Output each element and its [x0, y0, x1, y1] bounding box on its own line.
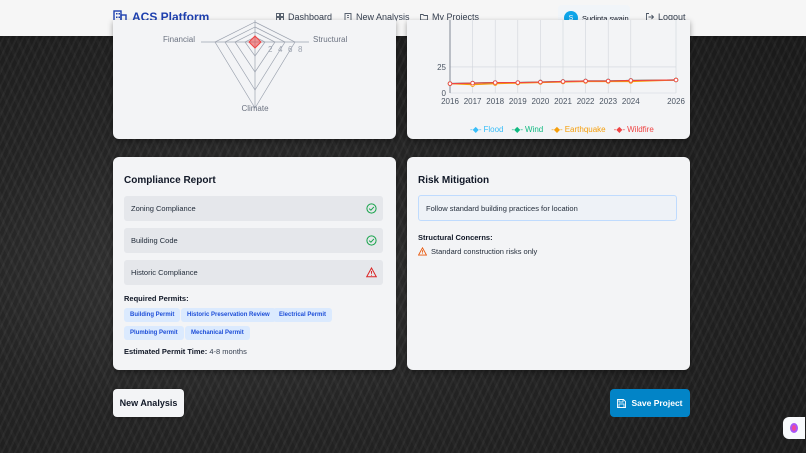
legend-earthquake-label: Earthquake	[564, 125, 606, 134]
x-tick-label: 2016	[441, 97, 459, 106]
risk-mitigation-card: Risk Mitigation Follow standard building…	[407, 157, 690, 370]
data-point-wildfire[interactable]	[605, 78, 611, 84]
permit-time-value: 4-8 months	[207, 347, 247, 356]
x-tick-label: 2022	[577, 97, 595, 106]
permit-badge: Mechanical Permit	[185, 326, 250, 340]
y-tick-label: 25	[437, 63, 446, 72]
data-point-wildfire[interactable]	[583, 78, 588, 84]
risk-radar-chart: Financial Structural Climate 2 4 6 8	[163, 20, 347, 113]
warning-triangle-icon	[366, 267, 377, 278]
x-tick-label: 2023	[599, 97, 617, 106]
radar-label-financial: Financial	[163, 35, 195, 44]
compliance-row-label: Building Code	[131, 236, 178, 245]
data-point-wildfire[interactable]	[538, 79, 543, 85]
required-permits-label: Required Permits:	[124, 294, 189, 303]
save-project-label: Save Project	[631, 398, 683, 408]
radar-tick: 4	[278, 45, 283, 54]
save-project-button[interactable]: Save Project	[610, 389, 690, 417]
compliance-title: Compliance Report	[124, 175, 216, 186]
x-tick-label: 2018	[486, 97, 504, 106]
risk-trend-chart: 2016 2017 2018 2019 2020 2021 2022 2023 2024 2026…	[437, 20, 685, 106]
structural-concern-item: Standard construction risks only	[418, 247, 537, 256]
chart-legend: -◆- Flood -◆- Wind -◆- Earthquake -◆- Wildfi…	[470, 125, 654, 134]
x-tick-label: 2026	[667, 97, 685, 106]
check-circle-icon	[366, 203, 377, 214]
x-tick-label: 2019	[509, 97, 527, 106]
x-tick-label: 2021	[554, 97, 572, 106]
legend-flood[interactable]: -◆- Flood	[470, 125, 504, 134]
legend-wildfire-marker: -◆-	[613, 125, 626, 134]
radar-tick: 6	[288, 45, 293, 54]
data-point-wildfire[interactable]	[560, 79, 566, 84]
permit-badge: Historic Preservation Review	[181, 308, 276, 322]
x-tick-label: 2020	[532, 97, 550, 106]
new-analysis-button[interactable]: New Analysis	[113, 389, 184, 417]
warning-triangle-icon	[418, 247, 427, 256]
data-point-wildfire[interactable]	[515, 80, 521, 85]
x-tick-label: 2024	[622, 97, 640, 106]
y-tick-label: 0	[442, 89, 447, 98]
risk-trend-card: 2016 2017 2018 2019 2020 2021 2022 2023 2024 2026…	[407, 20, 690, 139]
data-point-wildfire[interactable]	[673, 77, 679, 83]
structural-concern-text: Standard construction risks only	[431, 247, 538, 256]
estimated-permit-time: Estimated Permit Time: 4-8 months	[124, 347, 247, 356]
check-circle-icon	[366, 235, 377, 246]
data-point-wildfire[interactable]	[628, 78, 634, 83]
compliance-row-building-code: Building Code	[124, 228, 383, 253]
mitigation-recommendation: Follow standard building practices for l…	[418, 195, 677, 221]
legend-wind-marker: -◆-	[511, 125, 523, 134]
legend-flood-label: Flood	[483, 125, 504, 134]
legend-flood-marker: -◆-	[470, 125, 482, 134]
legend-wind-label: Wind	[524, 125, 544, 134]
data-point-wildfire[interactable]	[470, 80, 475, 86]
legend-earthquake-marker: -◆-	[551, 125, 563, 134]
permit-badge: Plumbing Permit	[124, 326, 184, 340]
radar-tick: 2	[268, 45, 273, 54]
compliance-report-card: Compliance Report Zoning Compliance Buil…	[113, 157, 396, 370]
mitigation-title: Risk Mitigation	[418, 175, 490, 186]
assistant-icon	[790, 423, 798, 433]
structural-concerns-label: Structural Concerns:	[418, 233, 493, 242]
radar-label-structural: Structural	[313, 35, 347, 44]
legend-earthquake[interactable]: -◆- Earthquake	[551, 125, 605, 134]
x-tick-label: 2017	[464, 97, 482, 106]
radar-value-area	[248, 35, 262, 49]
permit-badge: Building Permit	[124, 308, 181, 322]
compliance-row-historic: Historic Compliance	[124, 260, 383, 285]
save-icon	[617, 398, 627, 408]
permit-time-label: Estimated Permit Time:	[124, 347, 208, 356]
legend-wind[interactable]: -◆- Wind	[512, 125, 544, 134]
radar-tick: 8	[298, 45, 303, 54]
compliance-row-label: Historic Compliance	[131, 268, 198, 277]
data-point-wildfire[interactable]	[492, 80, 498, 85]
floating-assistant-widget[interactable]	[783, 417, 805, 439]
compliance-row-zoning: Zoning Compliance	[124, 196, 383, 221]
legend-wildfire-label: Wildfire	[627, 125, 654, 134]
compliance-row-label: Zoning Compliance	[131, 204, 196, 213]
legend-wildfire[interactable]: -◆- Wildfire	[614, 125, 654, 134]
data-point-wildfire[interactable]	[447, 81, 453, 86]
risk-radar-card: Financial Structural Climate 2 4 6 8	[113, 20, 396, 139]
radar-label-climate: Climate	[241, 104, 269, 113]
permit-badge: Electrical Permit	[273, 308, 333, 322]
